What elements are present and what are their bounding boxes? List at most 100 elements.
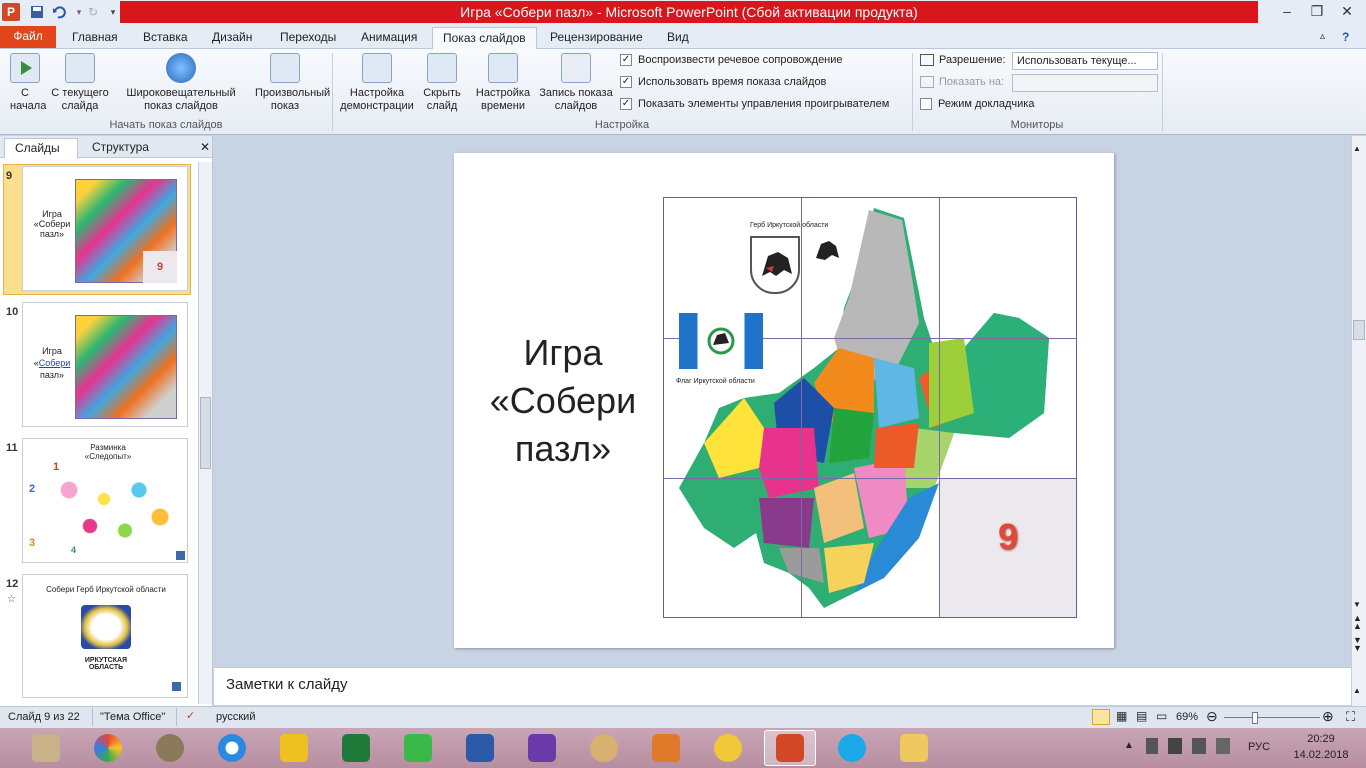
rehearse-timings-button[interactable]: Настройка времени	[472, 51, 534, 113]
tab-transitions[interactable]: Переходы	[270, 27, 346, 49]
taskbar-explorer-icon[interactable]	[888, 730, 940, 766]
next-slide-icon[interactable]: ▼ ▼	[1353, 636, 1362, 653]
tray-battery-icon[interactable]	[1216, 738, 1230, 754]
undo-icon[interactable]	[50, 3, 68, 21]
tray-expand-icon[interactable]: ▲	[1124, 740, 1134, 751]
record-show-button[interactable]: Запись показа слайдов	[536, 51, 616, 113]
tray-time[interactable]: 20:29	[1294, 733, 1348, 745]
tab-slides[interactable]: Слайды	[4, 138, 78, 158]
hide-slide-button[interactable]: Скрыть слайд	[420, 51, 464, 113]
status-divider	[176, 708, 177, 726]
play-from-start-icon	[10, 53, 40, 83]
zoom-level[interactable]: 69%	[1176, 711, 1198, 723]
narration-checkbox[interactable]: ✓ Воспроизвести речевое сопровождение	[620, 54, 843, 66]
save-icon[interactable]	[28, 3, 46, 21]
from-beginning-button[interactable]: С начала	[4, 51, 46, 113]
tab-outline[interactable]: Структура	[82, 138, 159, 158]
resolution-dropdown[interactable]: Использовать текуще...	[1012, 52, 1158, 70]
coat-caption: Герб Иркутской области	[750, 222, 829, 229]
redo-icon[interactable]: ↻	[84, 3, 102, 21]
controls-checkbox[interactable]: ✓ Показать элементы управления проигрыват…	[620, 98, 889, 110]
taskbar-word-icon[interactable]	[454, 730, 506, 766]
taskbar-visual-studio-icon[interactable]	[516, 730, 568, 766]
pane-tabs: Слайды Структура ✕	[0, 136, 212, 158]
close-button[interactable]: ✕	[1332, 0, 1362, 22]
scroll-up-icon[interactable]: ▲	[1353, 144, 1361, 153]
broadcast-label: Широковещательный показ слайдов	[126, 87, 236, 112]
zoom-slider-thumb[interactable]	[1252, 712, 1258, 724]
slideshow-view-icon[interactable]: ▭	[1156, 709, 1167, 723]
taskbar-browser-icon[interactable]	[82, 730, 134, 766]
previous-slide-icon[interactable]: ▲ ▲	[1353, 614, 1362, 631]
tray-flag-icon[interactable]	[1146, 738, 1158, 754]
slide-thumb-9[interactable]: Игра «Собери пазл» 9	[22, 166, 188, 291]
thumb-badge: 9	[143, 251, 177, 283]
minimize-button[interactable]: –	[1272, 0, 1302, 22]
reading-view-icon[interactable]: ▤	[1136, 709, 1147, 723]
zoom-out-icon[interactable]: ⊖	[1206, 708, 1218, 725]
restore-button[interactable]: ❐	[1302, 0, 1332, 22]
notes-pane[interactable]: Заметки к слайду	[214, 667, 1351, 705]
spellcheck-icon[interactable]: ✓	[186, 709, 195, 722]
theme-name[interactable]: "Тема Office"	[100, 711, 165, 723]
slide-thumb-11[interactable]: Разминка «Следопыт» 1 2 3 4	[22, 438, 188, 563]
presenter-view-checkbox[interactable]: Режим докладчика	[920, 98, 1034, 110]
slide-sorter-icon[interactable]: ▦	[1116, 709, 1127, 723]
taskbar-excel-icon[interactable]	[330, 730, 382, 766]
slide-thumb-12[interactable]: Собери Герб Иркутской области ИРКУТСКАЯ …	[22, 574, 188, 698]
tab-file[interactable]: Файл	[0, 26, 56, 48]
fit-to-window-icon[interactable]: ⛶	[1346, 709, 1355, 725]
sable-icon	[812, 236, 842, 266]
tab-slideshow[interactable]: Показ слайдов	[432, 27, 537, 50]
help-icon[interactable]: ?	[1332, 27, 1359, 49]
monitor-icon	[920, 54, 934, 66]
scroll-down-icon[interactable]: ▼	[1353, 600, 1361, 609]
taskbar-app-a-icon[interactable]	[392, 730, 444, 766]
taskbar-ie-icon[interactable]	[206, 730, 258, 766]
taskbar-gimp-icon[interactable]	[144, 730, 196, 766]
taskbar-paint-icon[interactable]	[268, 730, 320, 766]
taskbar-media-icon[interactable]	[640, 730, 692, 766]
checkbox-box	[920, 98, 932, 110]
tray-language[interactable]: РУС	[1248, 741, 1270, 753]
tab-home[interactable]: Главная	[62, 27, 128, 49]
timings-checkbox[interactable]: ✓ Использовать время показа слайдов	[620, 76, 826, 88]
normal-view-icon[interactable]	[1092, 709, 1110, 725]
taskbar-palette-icon[interactable]	[578, 730, 630, 766]
tray-network-icon[interactable]	[1168, 738, 1182, 754]
slide-title-line: пазл»	[514, 428, 612, 469]
tab-design[interactable]: Дизайн	[202, 27, 262, 49]
slides-pane: Слайды Структура ✕ 9 Игра «Собери пазл» …	[0, 136, 213, 706]
current-slide[interactable]: Игра «Собери пазл» 9 Герб Иркутской обла…	[454, 153, 1114, 648]
taskbar-media-player-icon[interactable]	[702, 730, 754, 766]
tab-review[interactable]: Рецензирование	[540, 27, 653, 49]
slide-title[interactable]: Игра «Собери пазл»	[482, 329, 644, 473]
tray-volume-icon[interactable]	[1192, 738, 1206, 754]
zoom-in-icon[interactable]: ⊕	[1322, 708, 1334, 725]
tray-date[interactable]: 14.02.2018	[1290, 749, 1352, 761]
taskbar-notes-icon[interactable]	[20, 730, 72, 766]
custom-show-button[interactable]: Произвольный показ	[242, 51, 330, 113]
slide-number: 11	[6, 442, 18, 454]
zoom-slider[interactable]	[1224, 717, 1320, 718]
scrollbar-thumb[interactable]	[1353, 320, 1365, 340]
tab-insert[interactable]: Вставка	[133, 27, 198, 49]
taskbar-skype-icon[interactable]	[826, 730, 878, 766]
tab-animation[interactable]: Анимация	[351, 27, 427, 49]
scrollbar-thumb[interactable]	[200, 397, 211, 469]
broadcast-button[interactable]: Широковещательный показ слайдов	[120, 51, 242, 113]
language[interactable]: русский	[216, 711, 255, 723]
from-current-button[interactable]: С текущего слайда	[48, 51, 112, 113]
taskbar: ▲ РУС 20:29 14.02.2018	[0, 728, 1366, 768]
thumbs-scrollbar[interactable]	[198, 162, 212, 704]
taskbar-powerpoint-icon[interactable]	[764, 730, 816, 766]
powerpoint-app-icon[interactable]: P	[2, 3, 20, 21]
slide-thumb-10[interactable]: Игра «Собери пазл»	[22, 302, 188, 427]
showon-dropdown[interactable]	[1012, 74, 1158, 92]
setup-show-button[interactable]: Настройка демонстрации	[336, 51, 418, 113]
tab-view[interactable]: Вид	[657, 27, 699, 49]
puzzle-grid[interactable]: 9 Герб Иркутской области Флаг Иркутской …	[663, 197, 1077, 618]
notes-scroll-up-icon[interactable]: ▲	[1353, 686, 1361, 695]
record-show-label: Запись показа слайдов	[539, 87, 613, 112]
main-scrollbar[interactable]: ▲ ▼ ▲ ▲ ▼ ▼ ▲	[1351, 136, 1366, 706]
